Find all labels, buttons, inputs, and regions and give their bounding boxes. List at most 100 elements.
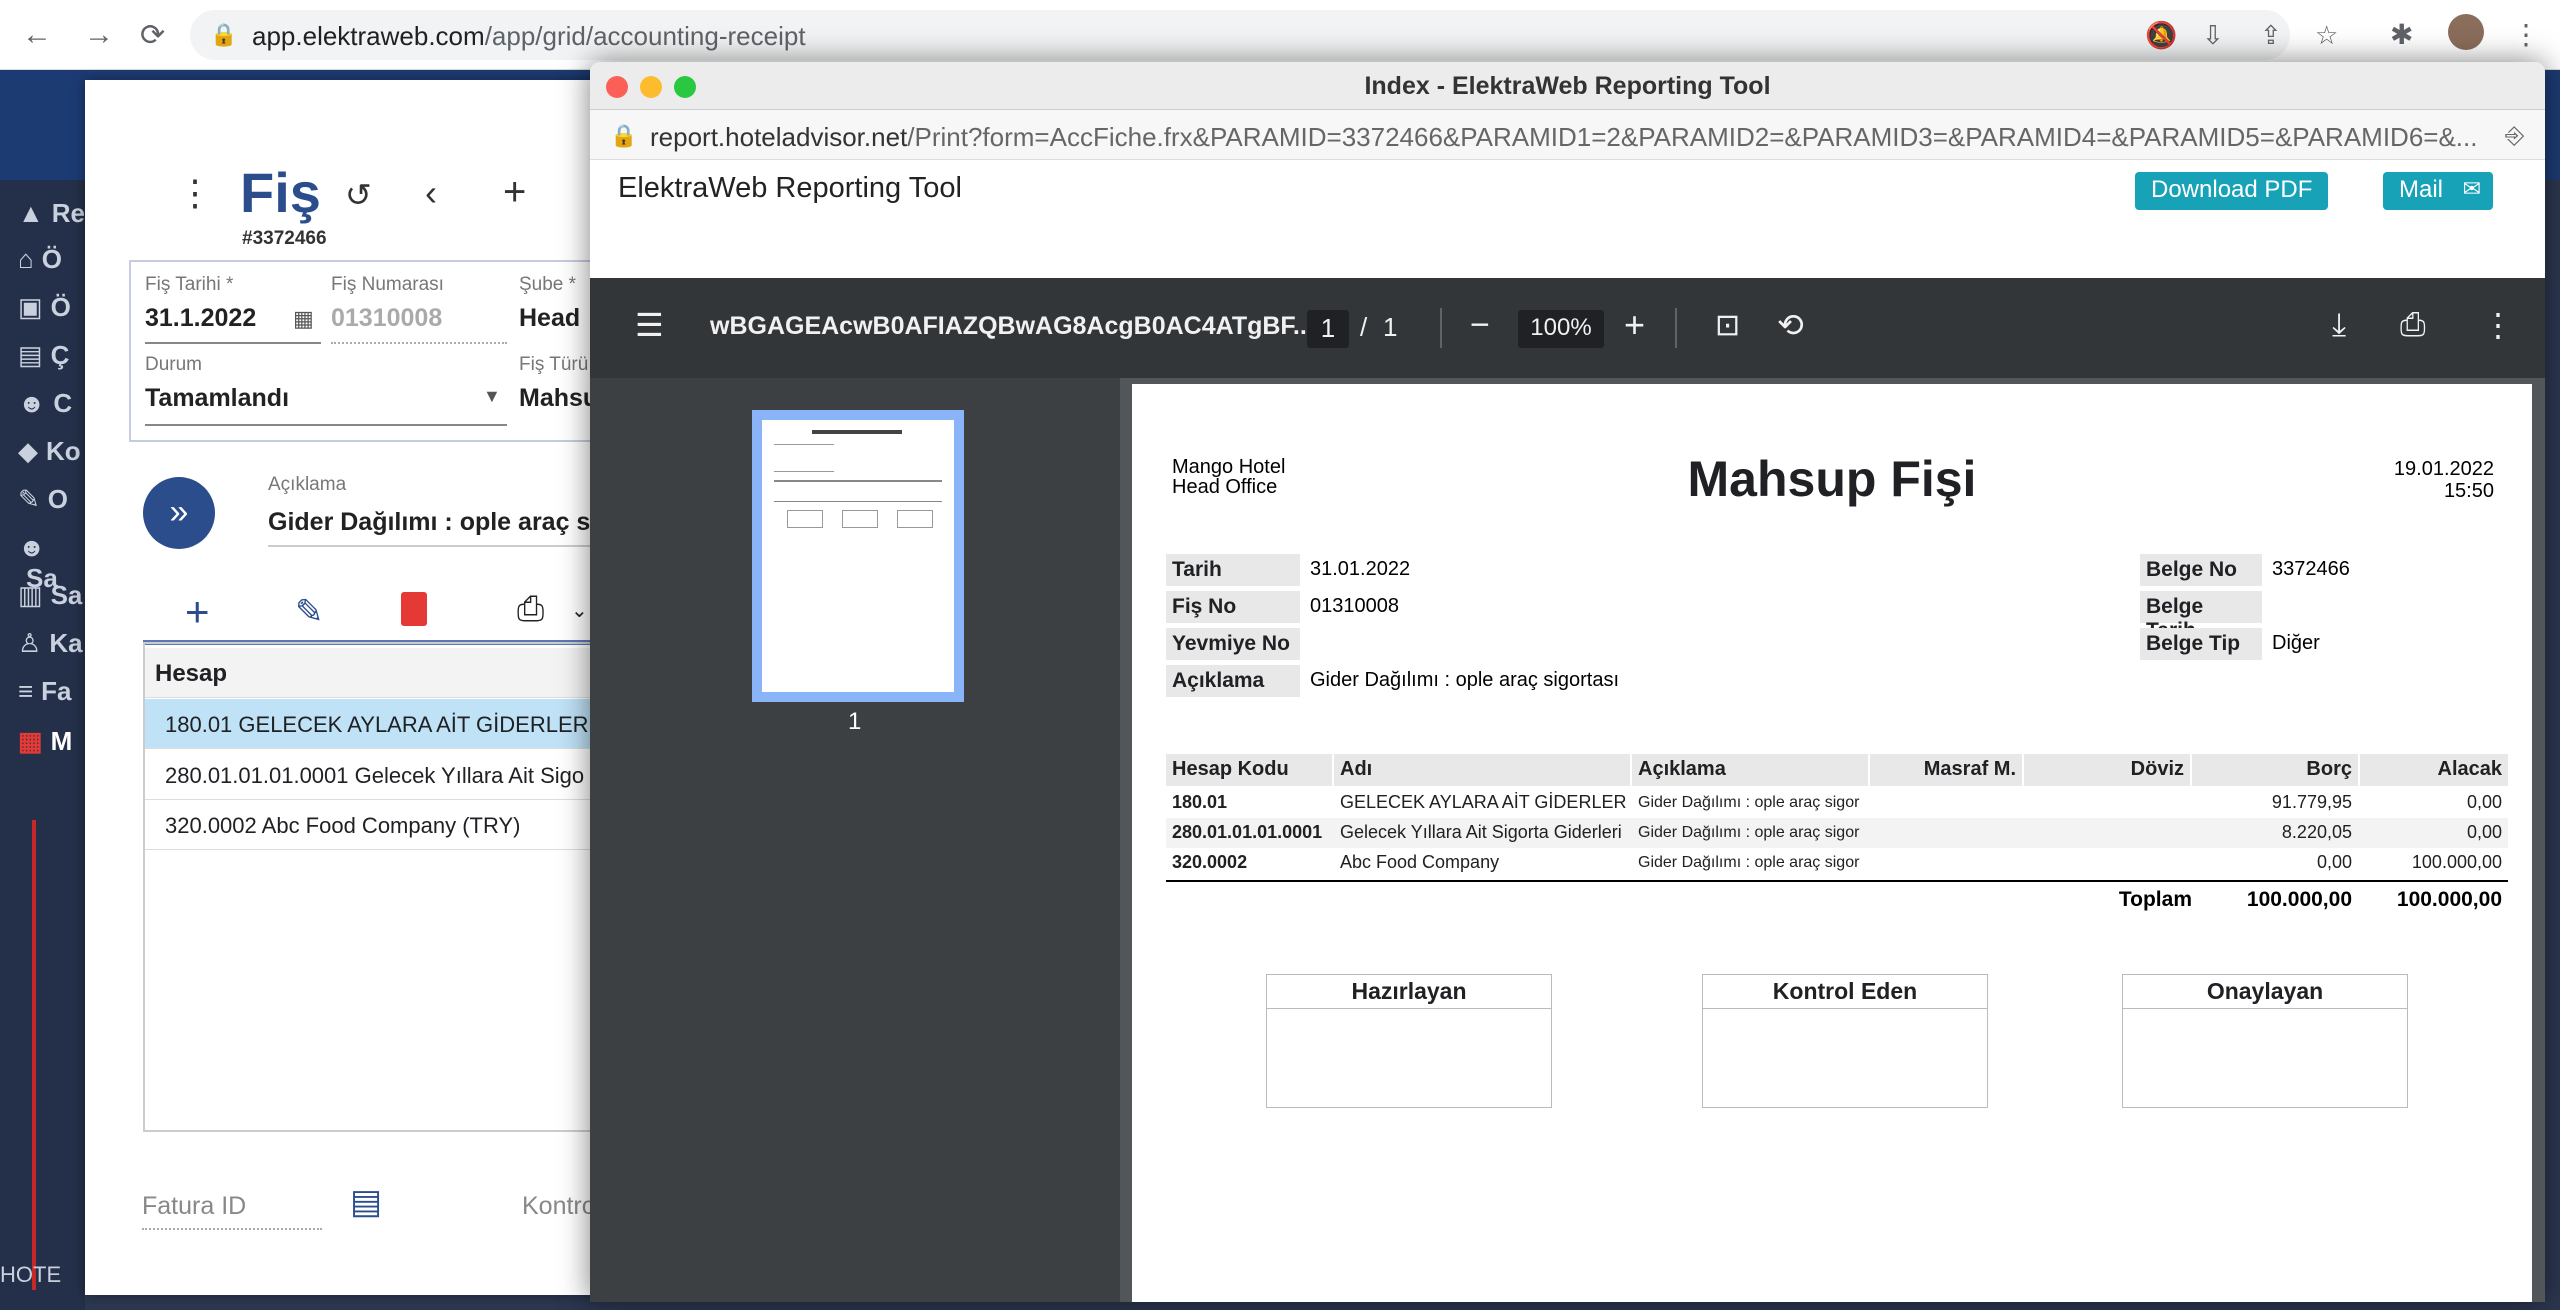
zoom-out-icon[interactable]: −	[1470, 306, 1490, 345]
col-alacak: Alacak	[2360, 754, 2508, 786]
page-number-input[interactable]: 1	[1307, 310, 1349, 348]
close-window-button[interactable]	[606, 76, 628, 98]
fit-page-icon[interactable]: ⊡	[1715, 308, 1740, 343]
sidebar-item-2[interactable]: ⌂ Ö	[18, 244, 62, 275]
sidebar-item-12[interactable]: ▦ M	[18, 726, 72, 757]
sidebar-item-3[interactable]: ▣ Ö	[18, 292, 71, 323]
thumbnail-page-number: 1	[848, 708, 862, 735]
maximize-window-button[interactable]	[674, 76, 696, 98]
edit-icon[interactable]: ✎	[295, 592, 324, 632]
sidebar-item-11[interactable]: ≡ Fa	[18, 676, 72, 707]
sidebar-item-9[interactable]: ▥ Sa	[18, 580, 82, 611]
popup-titlebar: Index - ElektraWeb Reporting Tool	[590, 62, 2545, 110]
address-url[interactable]: app.elektraweb.com/app/grid/accounting-r…	[252, 21, 806, 52]
status-select[interactable]: Tamamlandı	[145, 384, 289, 413]
delete-icon[interactable]	[401, 592, 427, 626]
total-borc: 100.000,00	[2246, 888, 2352, 911]
expand-button[interactable]: »	[143, 477, 215, 549]
back-icon[interactable]: ←	[22, 18, 52, 52]
sidebar-item-5[interactable]: ☻ C	[18, 388, 72, 419]
bookmark-star-icon[interactable]: ☆	[2315, 20, 2338, 51]
table-row[interactable]: 280.01.01.01.0001 Gelecek Yıllara Ait Si…	[145, 750, 615, 800]
branch-label: Şube *	[519, 274, 577, 295]
sidebar-item-1[interactable]: ▲ Re	[18, 198, 85, 229]
dropdown-arrow-icon[interactable]: ▼	[483, 386, 501, 407]
number-field[interactable]: 01310008	[331, 304, 442, 333]
more-vert-icon[interactable]: ⋮	[177, 172, 213, 214]
calendar-icon[interactable]: ▦	[293, 306, 314, 332]
branch-field[interactable]: Head	[519, 304, 580, 333]
zoom-input[interactable]: 100%	[1518, 310, 1604, 348]
sidebar-item-10[interactable]: ♙ Ka	[18, 628, 83, 659]
popup-url[interactable]: report.hoteladvisor.net/Print?form=AccFi…	[650, 122, 2500, 153]
rotate-icon[interactable]: ⟲	[1777, 306, 1804, 344]
chevron-left-icon[interactable]: ‹	[425, 172, 437, 214]
extensions-icon[interactable]: ✱	[2390, 18, 2413, 51]
grid-header: Hesap	[145, 648, 615, 698]
signature-approved: Onaylayan	[2122, 974, 2408, 1108]
status-label: Durum	[145, 354, 203, 375]
add-row-icon[interactable]: +	[185, 588, 210, 636]
cell-desc: Gider Dağılımı : ople araç sigor	[1638, 824, 1860, 841]
profile-avatar[interactable]	[2448, 14, 2484, 50]
number-underline	[331, 342, 507, 344]
desc-field[interactable]: Gider Dağılımı : ople araç si	[268, 508, 597, 537]
table-row[interactable]: 180.01 GELECEK AYLARA AİT GİDERLER (T	[145, 699, 615, 749]
cell-desc: Gider Dağılımı : ople araç sigor	[1638, 854, 1860, 871]
history-icon[interactable]: ↺	[345, 176, 372, 214]
field-label-belge-tip: Belge Tip	[2140, 628, 2262, 660]
notifications-off-icon[interactable]: 🔕	[2145, 20, 2177, 51]
desc-label: Açıklama	[268, 474, 347, 495]
install-icon[interactable]: ⇩	[2202, 20, 2224, 51]
field-label-belge-tarih: Belge Tarih	[2140, 591, 2262, 642]
forward-icon[interactable]: →	[84, 18, 114, 52]
reload-icon[interactable]: ⟳	[140, 18, 165, 53]
print-icon[interactable]: ⎙	[2400, 306, 2426, 344]
sidebar-item-4[interactable]: ▤ Ç	[18, 340, 69, 371]
share-icon[interactable]: ⇪	[2260, 20, 2282, 51]
print-date: 19.01.2022	[2393, 458, 2494, 480]
toolbar-divider	[1440, 308, 1442, 348]
menu-kebab-icon[interactable]: ⋮	[2512, 18, 2540, 51]
download-pdf-button[interactable]: Download PDF	[2135, 172, 2329, 210]
sidebar-item-7[interactable]: ✎ O	[18, 484, 68, 515]
invoice-id-underline	[142, 1228, 322, 1230]
thumbnail-sig-3	[897, 510, 933, 528]
pdf-file-name: wBGAGEAcwB0AFIAZQBwAG8AcgB0AC4ATgBF...	[710, 312, 1314, 340]
sidebar-item-6[interactable]: ◆ Ko	[18, 436, 81, 467]
receipt-icon[interactable]: ▤	[350, 1182, 382, 1222]
control-label: Kontro	[522, 1192, 596, 1220]
table-row[interactable]: 320.0002 Abc Food Company (TRY)	[145, 800, 615, 850]
more-options-icon[interactable]: ⋮	[2482, 306, 2514, 344]
minimize-window-button[interactable]	[640, 76, 662, 98]
type-label: Fiş Türü	[519, 354, 589, 375]
total-label: Toplam	[2118, 888, 2192, 911]
cell-code: 280.01.01.01.0001	[1172, 822, 1323, 842]
app-sidebar: ▲ Re ⌂ Ö ▣ Ö ▤ Ç ☻ C ◆ Ko ✎ O ☻Sa ▥ Sa ♙ Ka ≡ Fa ▦…	[0, 180, 85, 1310]
col-hesap-kodu: Hesap Kodu	[1166, 754, 1332, 786]
zoom-in-icon[interactable]: +	[1624, 304, 1645, 346]
field-value-date: 31.01.2022	[1310, 558, 1411, 580]
fis-id: #3372466	[242, 228, 327, 249]
cell-alacak: 0,00	[2466, 822, 2502, 842]
translate-icon[interactable]: ⎆	[2505, 122, 2524, 150]
cell-name: Gelecek Yıllara Ait Sigorta Giderleri	[1340, 822, 1622, 842]
page-total: 1	[1383, 312, 1398, 342]
date-field[interactable]: 31.1.2022	[145, 304, 256, 333]
field-value-fis-no: 01310008	[1310, 595, 1399, 617]
type-field[interactable]: Mahsu	[519, 384, 598, 413]
field-value-belge-tip: Diğer	[2272, 632, 2320, 654]
add-icon[interactable]: +	[503, 170, 526, 215]
thumbnail-fields	[774, 444, 834, 472]
field-value-desc: Gider Dağılımı : ople araç sigortası	[1310, 669, 1620, 691]
hamburger-menu-icon[interactable]: ☰	[635, 306, 664, 344]
page-thumbnail[interactable]	[752, 410, 964, 702]
mail-button[interactable]: Mail ✉	[2383, 172, 2494, 210]
address-bar[interactable]: 🔒 app.elektraweb.com/app/grid/accounting…	[190, 10, 2338, 60]
print-icon[interactable]: ⎙	[517, 590, 544, 629]
cell-name: Abc Food Company	[1340, 852, 1500, 872]
download-icon[interactable]: ⤓	[2332, 306, 2346, 344]
print-menu-chevron-icon[interactable]: ⌄	[571, 598, 588, 623]
col-doviz: Döviz	[2024, 754, 2190, 786]
signature-controlled: Kontrol Eden	[1702, 974, 1988, 1108]
